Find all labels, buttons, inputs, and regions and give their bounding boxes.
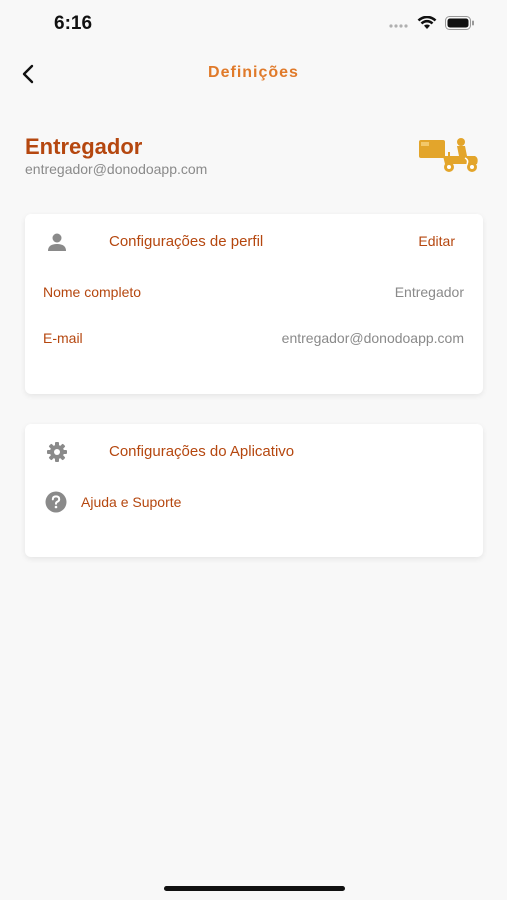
- status-icons: [389, 16, 475, 30]
- app-settings-card: Configurações do Aplicativo Ajuda e Supo…: [25, 424, 483, 557]
- profile-settings-card: Configurações de perfil Editar Nome comp…: [25, 214, 483, 394]
- status-bar: 6:16: [0, 0, 507, 48]
- profile-summary: Entregador entregador@donodoapp.com: [25, 134, 485, 184]
- email-row: E-mail entregador@donodoapp.com: [43, 330, 464, 352]
- email-label: E-mail: [43, 330, 83, 346]
- help-support-item[interactable]: Ajuda e Suporte: [45, 490, 345, 514]
- wifi-icon: [417, 16, 437, 29]
- page-title: Definições: [208, 64, 299, 81]
- profile-name: Entregador: [25, 134, 143, 159]
- status-time: 6:16: [54, 13, 93, 34]
- delivery-scooter-logo-icon: [419, 138, 478, 172]
- edit-profile-button[interactable]: Editar: [418, 233, 455, 249]
- top-nav: Definições: [0, 52, 507, 96]
- email-value: entregador@donodoapp.com: [281, 330, 464, 346]
- battery-icon: [445, 16, 474, 30]
- person-icon: [48, 233, 66, 251]
- app-settings-title: Configurações do Aplicativo: [109, 443, 295, 460]
- profile-email: entregador@donodoapp.com: [25, 161, 208, 177]
- full-name-value: Entregador: [394, 284, 464, 300]
- help-support-label: Ajuda e Suporte: [81, 494, 182, 510]
- app-settings-header: Configurações do Aplicativo: [25, 424, 483, 478]
- profile-settings-header: Configurações de perfil Editar: [25, 214, 483, 268]
- full-name-row: Nome completo Entregador: [43, 284, 464, 306]
- gear-icon: [47, 442, 67, 462]
- home-indicator: [164, 886, 345, 891]
- full-name-label: Nome completo: [43, 284, 142, 300]
- help-circle-icon: [45, 491, 67, 513]
- signal-icon: [389, 24, 408, 28]
- profile-settings-title: Configurações de perfil: [109, 233, 264, 250]
